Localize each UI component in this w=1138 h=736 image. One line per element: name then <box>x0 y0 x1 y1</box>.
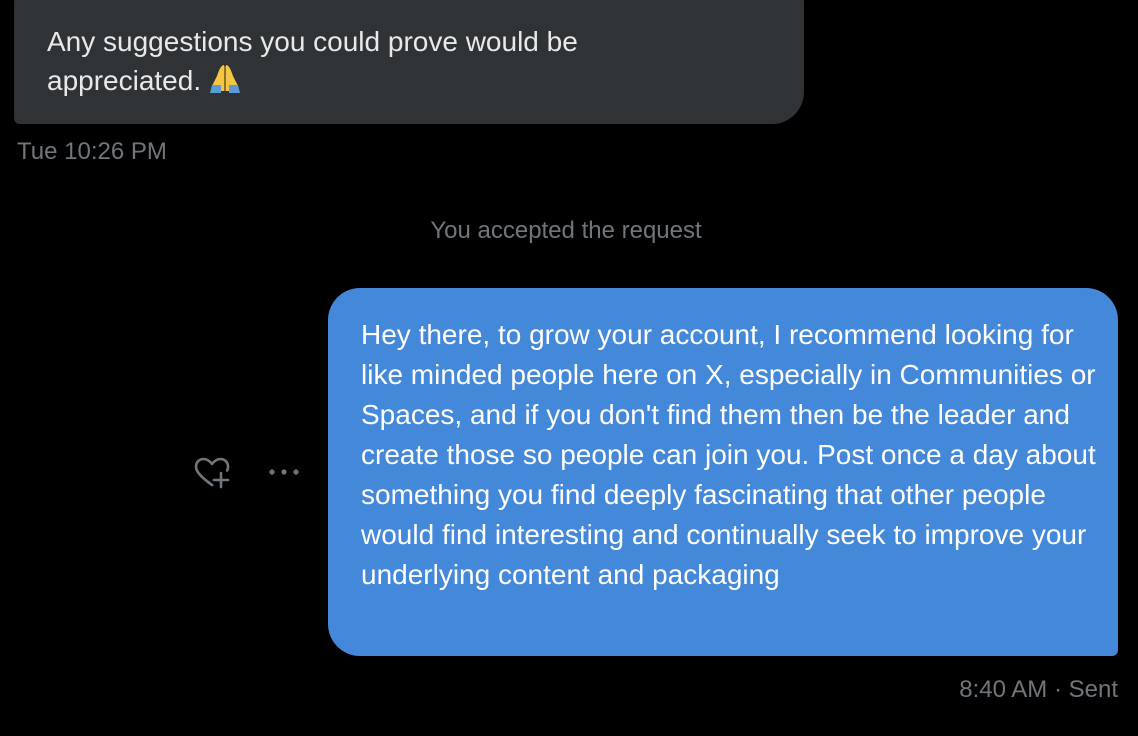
more-options-button[interactable] <box>264 456 304 488</box>
delivery-status: Sent <box>1068 676 1118 703</box>
outgoing-message-text: Hey there, to grow your account, I recom… <box>361 319 1096 590</box>
incoming-message-bubble[interactable]: Any suggestions you could prove would be… <box>14 0 804 124</box>
meta-separator: · <box>1053 676 1062 703</box>
heart-plus-icon <box>194 457 230 489</box>
incoming-message-text: Any suggestions you could prove would be… <box>47 22 772 104</box>
react-button[interactable] <box>192 456 232 492</box>
more-horizontal-icon <box>269 469 299 475</box>
outgoing-message-meta: 8:40 AM · Sent <box>959 676 1118 704</box>
incoming-message-timestamp: Tue 10:26 PM <box>17 138 167 165</box>
outgoing-message-timestamp: 8:40 AM <box>959 676 1048 703</box>
request-accepted-notice: You accepted the request <box>430 217 702 244</box>
folded-hands-emoji-icon <box>207 62 243 104</box>
outgoing-message-bubble[interactable]: Hey there, to grow your account, I recom… <box>328 288 1118 656</box>
